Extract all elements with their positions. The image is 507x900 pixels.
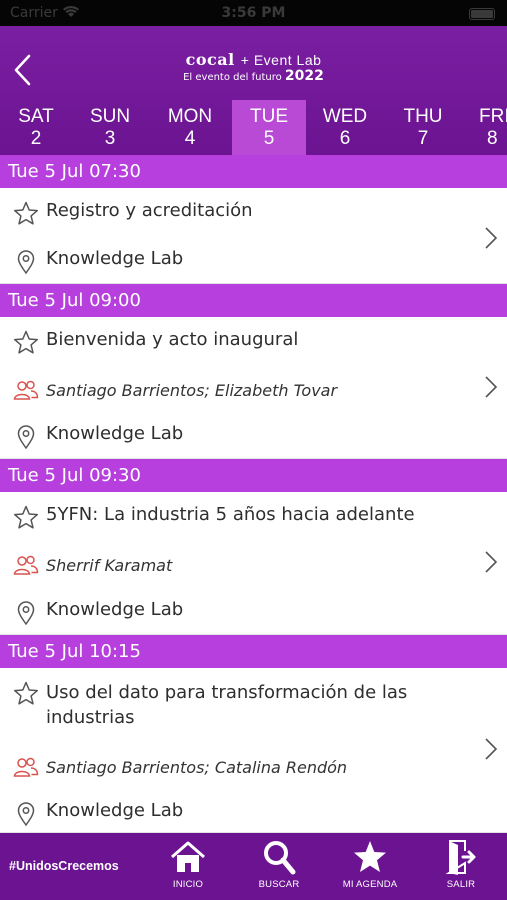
tab-salir[interactable]: SALIR — [421, 839, 501, 890]
session-speakers-row: Santiago Barrientos; Catalina Rendón — [0, 757, 507, 777]
star-outline-icon[interactable] — [12, 329, 40, 357]
day-number: 4 — [184, 128, 196, 149]
session-card[interactable]: Bienvenida y acto inaugural Santiago Bar… — [0, 317, 507, 459]
session-title-row: Registro y acreditación — [0, 200, 507, 225]
session-time-header: Tue 5 Jul 10:15 — [0, 635, 507, 668]
tab-label: SALIR — [446, 879, 476, 890]
session-title: Bienvenida y acto inaugural — [46, 329, 299, 350]
session-speakers-row: Santiago Barrientos; Elizabeth Tovar — [0, 380, 507, 400]
star-outline-icon[interactable] — [12, 504, 40, 532]
session-time-header: Tue 5 Jul 09:00 — [0, 284, 507, 317]
session-speakers: Santiago Barrientos; Elizabeth Tovar — [46, 381, 338, 400]
speakers-icon — [13, 757, 39, 777]
search-icon — [264, 841, 296, 875]
session-title: Uso del dato para transformación de las … — [46, 682, 408, 728]
day-tab-sun[interactable]: SUN 3 — [73, 100, 147, 155]
day-number: 3 — [104, 128, 116, 149]
session-location: Knowledge Lab — [46, 599, 184, 620]
logo-brand: cocal — [185, 50, 235, 69]
hashtag-label: #UnidosCrecemos — [9, 859, 119, 873]
session-title: Registro y acreditación — [46, 200, 253, 221]
chevron-right-icon — [485, 551, 498, 573]
home-icon — [171, 841, 205, 872]
status-time: 3:56 PM — [221, 5, 286, 21]
session-card[interactable]: 5YFN: La industria 5 años hacia adelante… — [0, 492, 507, 635]
location-pin-icon — [17, 601, 35, 626]
session-list[interactable]: Tue 5 Jul 07:30 Registro y acreditación … — [0, 155, 507, 833]
day-name: THU — [403, 106, 443, 127]
event-logo: cocal + Event Lab El evento del futuro 2… — [0, 50, 507, 84]
session-speakers: Santiago Barrientos; Catalina Rendón — [46, 758, 348, 777]
bottom-tab-bar: #UnidosCrecemos INICIO BUSCAR MI AGENDA … — [0, 833, 507, 900]
day-number: 6 — [339, 128, 351, 149]
logo-tagline: El evento del futuro — [183, 72, 282, 83]
day-name: MON — [167, 106, 213, 127]
day-tab-tue[interactable]: TUE 5 — [232, 100, 306, 155]
tab-mi-agenda[interactable]: MI AGENDA — [330, 839, 410, 890]
session-time-header: Tue 5 Jul 07:30 — [0, 155, 507, 188]
speakers-icon — [13, 380, 39, 400]
day-name: TUE — [250, 106, 288, 127]
session-card[interactable]: Registro y acreditación Knowledge Lab — [0, 188, 507, 284]
status-bar: Carrier 3:56 PM — [0, 0, 507, 26]
session-title-row: Uso del dato para transformación de las … — [0, 680, 507, 730]
session-location: Knowledge Lab — [46, 423, 184, 444]
location-pin-icon — [17, 250, 35, 275]
day-tab-mon[interactable]: MON 4 — [153, 100, 227, 155]
session-title-row: 5YFN: La industria 5 años hacia adelante — [0, 504, 507, 529]
day-number: 8 — [487, 128, 498, 149]
day-name: FRI — [479, 106, 507, 127]
logo-year: 2022 — [284, 68, 324, 84]
session-location-row: Knowledge Lab — [0, 800, 507, 827]
tab-label: INICIO — [172, 879, 204, 890]
session-time-header: Tue 5 Jul 09:30 — [0, 459, 507, 492]
day-tab-fri[interactable]: FRI 8 — [465, 100, 507, 155]
session-location: Knowledge Lab — [46, 248, 184, 269]
session-card[interactable]: Uso del dato para transformación de las … — [0, 668, 507, 833]
app-header: cocal + Event Lab El evento del futuro 2… — [0, 26, 507, 155]
session-speakers-row: Sherrif Karamat — [0, 555, 507, 575]
tab-buscar[interactable]: BUSCAR — [239, 839, 319, 890]
location-pin-icon — [17, 425, 35, 450]
session-location: Knowledge Lab — [46, 800, 184, 821]
day-tab-sat[interactable]: SAT 2 — [0, 100, 73, 155]
location-pin-icon — [17, 802, 35, 827]
session-title: 5YFN: La industria 5 años hacia adelante — [46, 504, 415, 525]
day-tab-thu[interactable]: THU 7 — [386, 100, 460, 155]
day-number: 2 — [30, 128, 42, 149]
tab-inicio[interactable]: INICIO — [148, 839, 228, 890]
session-location-row: Knowledge Lab — [0, 599, 507, 626]
session-location-row: Knowledge Lab — [0, 423, 507, 450]
speakers-icon — [13, 555, 39, 575]
day-selector: SAT 2 SUN 3 MON 4 TUE 5 WED 6 THU 7 FRI … — [0, 100, 507, 155]
session-location-row: Knowledge Lab — [0, 248, 507, 275]
exit-icon — [445, 840, 476, 875]
day-tab-wed[interactable]: WED 6 — [308, 100, 382, 155]
day-number: 7 — [417, 128, 429, 149]
session-speakers: Sherrif Karamat — [46, 556, 173, 575]
session-title-row: Bienvenida y acto inaugural — [0, 329, 507, 354]
star-outline-icon[interactable] — [12, 680, 40, 708]
chevron-right-icon — [485, 376, 498, 398]
tab-label: BUSCAR — [258, 879, 300, 890]
logo-suffix: + Event Lab — [240, 52, 322, 68]
star-outline-icon[interactable] — [12, 200, 40, 228]
day-name: WED — [322, 106, 368, 127]
battery-icon — [469, 8, 495, 20]
day-number: 5 — [263, 128, 275, 149]
day-name: SAT — [18, 106, 54, 127]
day-name: SUN — [89, 106, 131, 127]
star-icon — [354, 841, 386, 872]
chevron-right-icon — [485, 227, 498, 249]
tab-label: MI AGENDA — [342, 879, 398, 890]
chevron-right-icon — [485, 738, 498, 760]
